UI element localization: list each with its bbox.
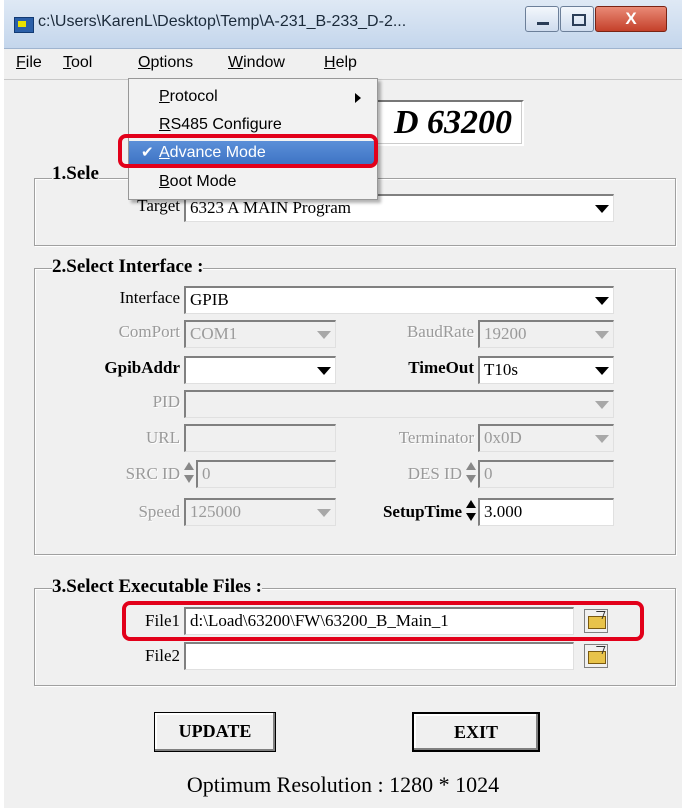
chevron-down-icon[interactable] xyxy=(317,331,331,339)
menu-item-label: RS485 Configure xyxy=(159,116,282,133)
terminator-label: Terminator xyxy=(398,428,474,447)
speed-label: Speed xyxy=(138,502,180,521)
menu-item-boot-mode[interactable]: Boot Mode xyxy=(129,170,375,194)
menu-options[interactable]: Options xyxy=(138,54,193,72)
timeout-label: TimeOut xyxy=(408,358,474,377)
chevron-down-icon[interactable] xyxy=(317,509,331,517)
chevron-down-icon[interactable] xyxy=(595,297,609,305)
url-label: URL xyxy=(146,428,180,447)
terminator-select[interactable]: 0x0D xyxy=(478,424,614,452)
setuptime-label: SetupTime xyxy=(382,502,462,521)
srcid-spinner-icon[interactable] xyxy=(184,460,194,486)
speed-value: 125000 xyxy=(190,502,241,521)
setuptime-field[interactable]: 3.000 xyxy=(478,498,614,526)
title-bar[interactable]: c:\Users\KarenL\Desktop\Temp\A-231_B-233… xyxy=(4,0,682,49)
annotation-highlight-file1 xyxy=(122,601,644,641)
app-window: c:\Users\KarenL\Desktop\Temp\A-231_B-233… xyxy=(4,0,682,808)
desid-spinner-icon[interactable] xyxy=(466,460,476,486)
section2-title: 2.Select Interface : xyxy=(52,256,204,278)
gpibaddr-select[interactable] xyxy=(184,356,336,384)
chevron-down-icon[interactable] xyxy=(317,367,331,375)
baudrate-value: 19200 xyxy=(484,324,527,343)
exit-button[interactable]: EXIT xyxy=(412,712,540,752)
window-title: c:\Users\KarenL\Desktop\Temp\A-231_B-233… xyxy=(38,13,407,30)
srcid-field[interactable]: 0 xyxy=(196,460,336,488)
menu-help[interactable]: Help xyxy=(324,54,357,72)
timeout-select[interactable]: T10s xyxy=(478,356,614,384)
desid-label: DES ID xyxy=(407,464,462,483)
chevron-right-icon xyxy=(355,93,361,103)
menu-file[interactable]: File xyxy=(16,54,42,72)
srcid-label: SRC ID xyxy=(125,464,180,483)
update-button[interactable]: UPDATE xyxy=(154,712,276,752)
url-field[interactable] xyxy=(184,424,336,452)
setuptime-value: 3.000 xyxy=(484,502,523,521)
target-value: 6323 A MAIN Program xyxy=(190,198,352,217)
annotation-highlight-advance-mode xyxy=(118,134,378,168)
terminator-value: 0x0D xyxy=(484,428,522,447)
footer-text: Optimum Resolution : 1280 * 1024 xyxy=(186,772,500,797)
folder-open-icon xyxy=(588,651,606,664)
app-icon[interactable] xyxy=(14,17,34,33)
speed-select[interactable]: 125000 xyxy=(184,498,336,526)
desid-value: 0 xyxy=(484,464,493,483)
file2-field[interactable] xyxy=(184,642,574,670)
menu-window[interactable]: Window xyxy=(228,54,285,72)
interface-label: Interface xyxy=(119,288,180,307)
desid-field[interactable]: 0 xyxy=(478,460,614,488)
interface-value: GPIB xyxy=(190,290,229,309)
comport-label: ComPort xyxy=(118,322,180,341)
file2-browse-button[interactable] xyxy=(584,644,608,668)
setuptime-spinner-icon[interactable] xyxy=(466,498,476,524)
baudrate-label: BaudRate xyxy=(406,322,474,341)
interface-select[interactable]: GPIB xyxy=(184,286,614,314)
comport-value: COM1 xyxy=(190,324,238,343)
menu-bar: File Tool Options Window Help xyxy=(4,49,682,128)
menu-item-label: Protocol xyxy=(159,88,218,105)
model-text: D 63200 xyxy=(393,104,512,141)
baudrate-select[interactable]: 19200 xyxy=(478,320,614,348)
pid-label: PID xyxy=(152,392,180,411)
menu-tool[interactable]: Tool xyxy=(63,54,92,72)
close-button[interactable]: X xyxy=(595,6,667,32)
chevron-down-icon[interactable] xyxy=(595,205,609,213)
chevron-down-icon[interactable] xyxy=(595,435,609,443)
minimize-button[interactable] xyxy=(525,6,559,32)
chevron-down-icon[interactable] xyxy=(595,401,609,409)
menu-item-label: Boot Mode xyxy=(159,173,237,190)
chevron-down-icon[interactable] xyxy=(595,331,609,339)
srcid-value: 0 xyxy=(202,464,211,483)
section3-title: 3.Select Executable Files : xyxy=(52,576,263,598)
file2-label: File2 xyxy=(145,646,180,665)
gpibaddr-label: GpibAddr xyxy=(104,358,180,377)
comport-select[interactable]: COM1 xyxy=(184,320,336,348)
menu-item-protocol[interactable]: Protocol xyxy=(129,85,375,109)
timeout-value: T10s xyxy=(484,360,518,379)
pid-select[interactable] xyxy=(184,390,614,418)
chevron-down-icon[interactable] xyxy=(595,367,609,375)
maximize-button[interactable] xyxy=(560,6,594,32)
section1-title: 1.Sele xyxy=(52,163,99,185)
